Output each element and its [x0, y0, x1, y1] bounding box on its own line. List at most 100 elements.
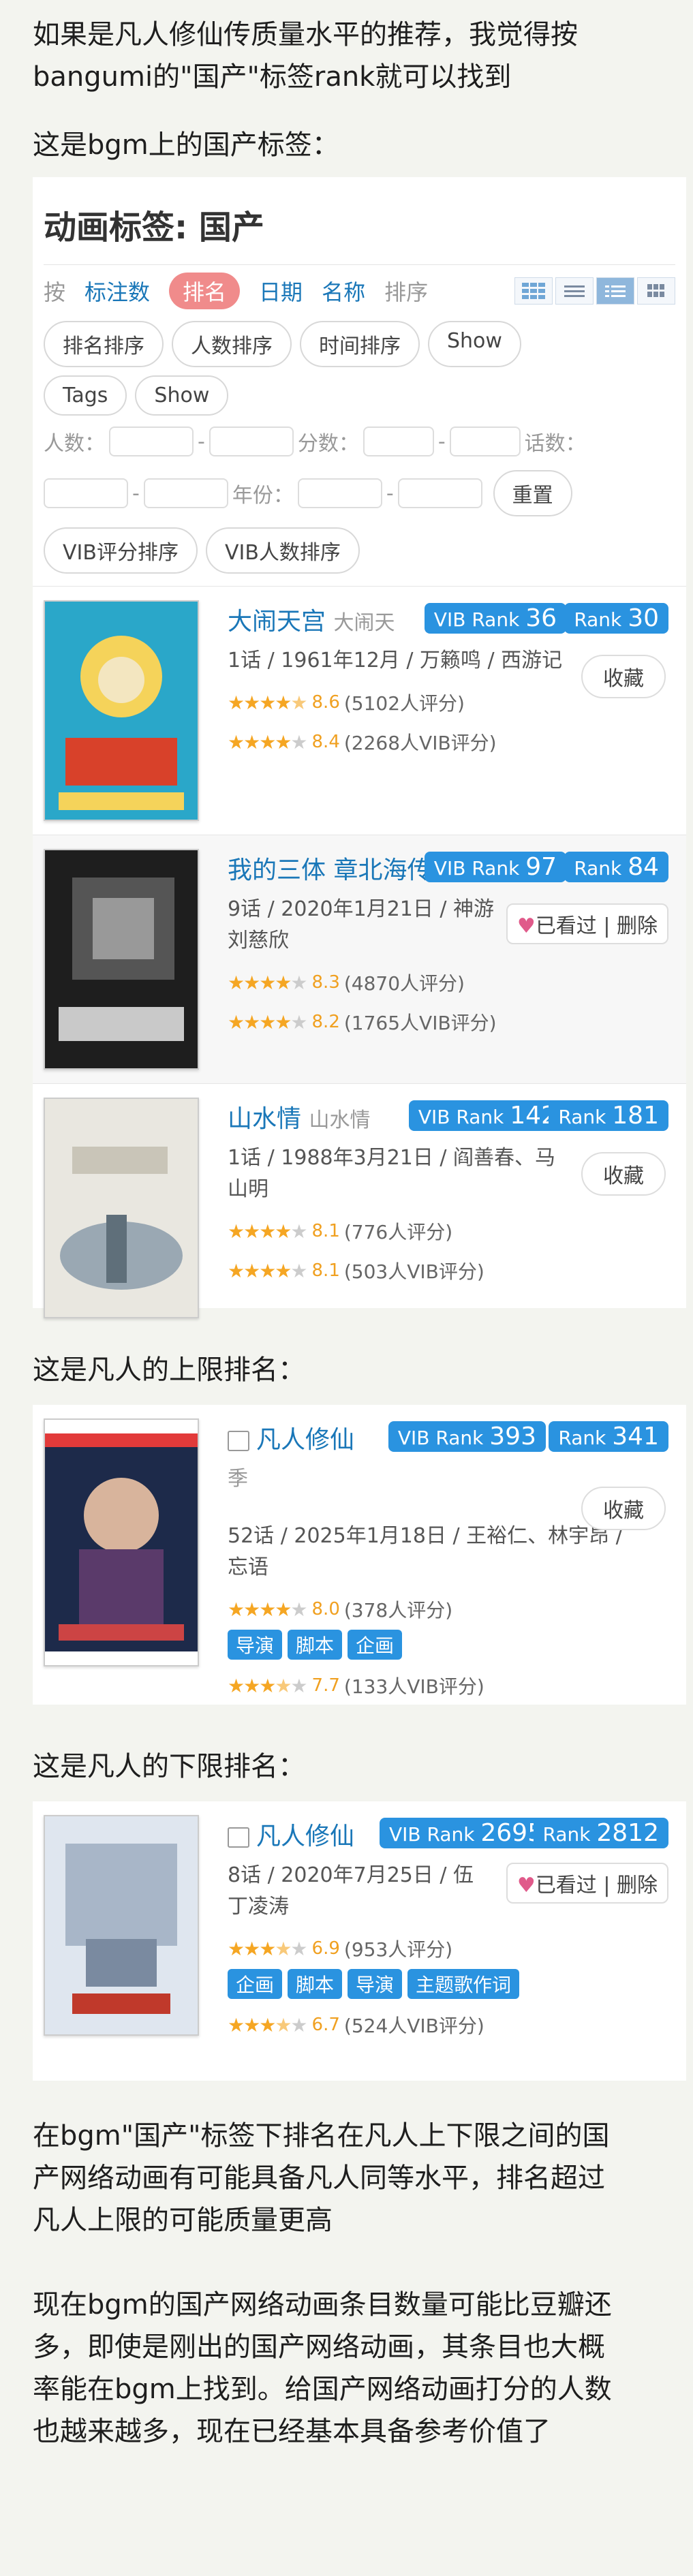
list-item: 凡人修仙人 VIB Rank 393 Rank 341 季 收藏 52话 / 2…: [33, 1405, 686, 1713]
staff-tags: 导演 脚本 企画: [228, 1630, 675, 1660]
tag-chip[interactable]: 脚本: [288, 1630, 343, 1660]
show-tags-button[interactable]: Show: [135, 375, 229, 416]
entry-title[interactable]: 山水情: [228, 1105, 301, 1133]
staff-tags: 企画 脚本 导演 主题歌作词: [228, 1969, 675, 1999]
vib-score-sort-button[interactable]: VIB评分排序: [44, 527, 198, 574]
tag-chip[interactable]: 导演: [348, 1969, 403, 1999]
sort-by-people-button[interactable]: 人数排序: [172, 321, 292, 367]
star-rating-icon: ★★★★★: [228, 691, 308, 714]
show-button[interactable]: Show: [428, 321, 521, 367]
conclusion-line: 率能在bgm上找到。给国产网络动画打分的人数: [33, 2374, 612, 2405]
filter-label-people: 人数：: [44, 432, 105, 456]
lower-card: 凡人修仙 VIB Rank 2695 Rank 2812 8话 / 2020年7…: [33, 1801, 686, 2081]
tv-icon: [228, 1827, 249, 1848]
tag-chip[interactable]: 主题歌作词: [407, 1969, 520, 1999]
poster-image[interactable]: [44, 1815, 199, 2036]
sort-prefix: 按: [44, 279, 66, 305]
score-line: ★★★★★ 8.0 (378人评分): [228, 1598, 453, 1622]
vib-score-line: ★★★★★ 8.4 (2268人VIB评分): [228, 730, 497, 755]
people-max-input[interactable]: [209, 426, 294, 456]
star-rating-icon: ★★★★★: [228, 1220, 308, 1243]
sort-by-time-button[interactable]: 时间排序: [300, 321, 420, 367]
poster-image[interactable]: [44, 1098, 199, 1318]
intro-line: 如果是凡人修仙传质量水平的推荐，我觉得按: [33, 19, 578, 50]
grid-view-icon[interactable]: [514, 277, 553, 305]
delete-button[interactable]: 删除: [617, 914, 658, 938]
tv-icon: [228, 1431, 249, 1451]
sort-option-active[interactable]: 排名: [169, 273, 241, 309]
star-rating-icon: ★★★★★: [228, 1259, 308, 1282]
score-max-input[interactable]: [449, 426, 521, 456]
vib-score-line: ★★★★★ 6.7 (524人VIB评分): [228, 2013, 484, 2038]
rank-badge: Rank 84: [564, 852, 668, 882]
vib-rank-badge: VIB Rank 36: [424, 603, 566, 634]
vib-pills: VIB评分排序 VIB人数排序: [44, 523, 675, 586]
eps-min-input[interactable]: [44, 478, 128, 508]
collect-button[interactable]: 收藏: [581, 1487, 666, 1530]
entry-title[interactable]: 凡人修仙: [256, 1426, 354, 1454]
tag-chip[interactable]: 企画: [348, 1630, 403, 1660]
reset-button[interactable]: 重置: [493, 470, 572, 516]
star-rating-icon: ★★★★★: [228, 1010, 308, 1034]
filter-label-eps: 话数：: [524, 432, 586, 456]
tag-chip[interactable]: 脚本: [288, 1969, 343, 1999]
entry-title[interactable]: 我的三体 章北海传: [228, 856, 431, 884]
rank-badge: Rank 341: [549, 1421, 668, 1452]
vib-rank-badge: VIB Rank 97: [424, 852, 566, 882]
star-rating-icon: ★★★★★: [228, 971, 308, 994]
score-line: ★★★★★ 6.9 (953人评分): [228, 1937, 453, 1961]
list-item: 山水情 山水情 VIB Rank 142 Rank 181 1话 / 1988年…: [33, 1083, 686, 1332]
sort-option[interactable]: 标注数: [84, 275, 150, 307]
heart-icon: ♥: [517, 1874, 536, 1897]
vib-score-line: ★★★★★ 8.1 (503人VIB评分): [228, 1259, 484, 1284]
score-line: ★★★★★ 8.1 (776人评分): [228, 1220, 453, 1244]
view-switcher: [514, 277, 675, 305]
section-label: 这是凡人的下限排名：: [33, 1751, 305, 1782]
conclusion-line: 在bgm"国产"标签下排名在凡人上下限之间的国: [33, 2120, 610, 2152]
filter-row: 人数： - 分数： - 话数：: [44, 420, 675, 463]
sort-suffix: 排序: [384, 279, 429, 305]
filter-label-year: 年份：: [232, 484, 294, 508]
rank-badge: Rank 2812: [533, 1818, 668, 1848]
vib-score-line: ★★★★★ 8.2 (1765人VIB评分): [228, 1010, 497, 1035]
conclusion-line: 现在bgm的国产网络动画条目数量可能比豆瓣还: [33, 2289, 612, 2321]
collect-button[interactable]: 收藏: [581, 655, 666, 698]
tag-chip[interactable]: 导演: [228, 1630, 283, 1660]
tags-button[interactable]: Tags: [44, 375, 127, 416]
vib-people-sort-button[interactable]: VIB人数排序: [205, 527, 360, 574]
sort-option[interactable]: 名称: [322, 275, 365, 307]
score-min-input[interactable]: [363, 426, 434, 456]
poster-image[interactable]: [44, 1418, 199, 1666]
entry-meta: 忘语: [228, 1555, 268, 1579]
poster-image[interactable]: [44, 849, 199, 1070]
tile-view-icon[interactable]: [637, 277, 675, 305]
star-rating-icon: ★★★★★: [228, 730, 308, 754]
list-view-icon[interactable]: [555, 277, 594, 305]
entry-title[interactable]: 大闹天宫: [228, 608, 326, 636]
year-min-input[interactable]: [297, 478, 382, 508]
sort-by-rank-button[interactable]: 排名排序: [44, 321, 164, 367]
heart-icon: ♥: [517, 914, 536, 938]
detail-list-view-icon[interactable]: [596, 277, 634, 305]
star-rating-icon: ★★★★★: [228, 2013, 308, 2036]
list-item: 凡人修仙 VIB Rank 2695 Rank 2812 8话 / 2020年7…: [33, 1801, 686, 2052]
vib-rank-badge: VIB Rank 393: [388, 1421, 546, 1452]
list-item: 我的三体 章北海传 VIB Rank 97 Rank 84 9话 / 2020年…: [33, 835, 686, 1083]
list-item: 大闹天宫 大闹天 VIB Rank 36 Rank 30 1话 / 1961年1…: [33, 586, 686, 835]
intro: 如果是凡人修仙传质量水平的推荐，我觉得按 bangumi的"国产"标签rank就…: [0, 0, 693, 166]
watched-button[interactable]: ♥已看过 | 删除: [506, 1863, 668, 1904]
tag-chip[interactable]: 企画: [228, 1969, 283, 1999]
eps-max-input[interactable]: [143, 478, 228, 508]
delete-button[interactable]: 删除: [617, 1874, 658, 1897]
conclusion: 在bgm"国产"标签下排名在凡人上下限之间的国 产网络动画有可能具备凡人同等水平…: [0, 2115, 693, 2453]
sort-option[interactable]: 日期: [259, 275, 303, 307]
filter-row-2: - 年份： - 重置: [44, 463, 675, 523]
star-rating-icon: ★★★★★: [228, 1598, 308, 1621]
collect-button[interactable]: 收藏: [581, 1152, 666, 1196]
poster-image[interactable]: [44, 600, 199, 821]
entry-title[interactable]: 凡人修仙: [256, 1822, 354, 1850]
watched-button[interactable]: ♥已看过 | 删除: [506, 903, 668, 944]
people-min-input[interactable]: [109, 426, 194, 456]
year-max-input[interactable]: [397, 478, 482, 508]
conclusion-line: 凡人上限的可能质量更高: [33, 2205, 333, 2236]
